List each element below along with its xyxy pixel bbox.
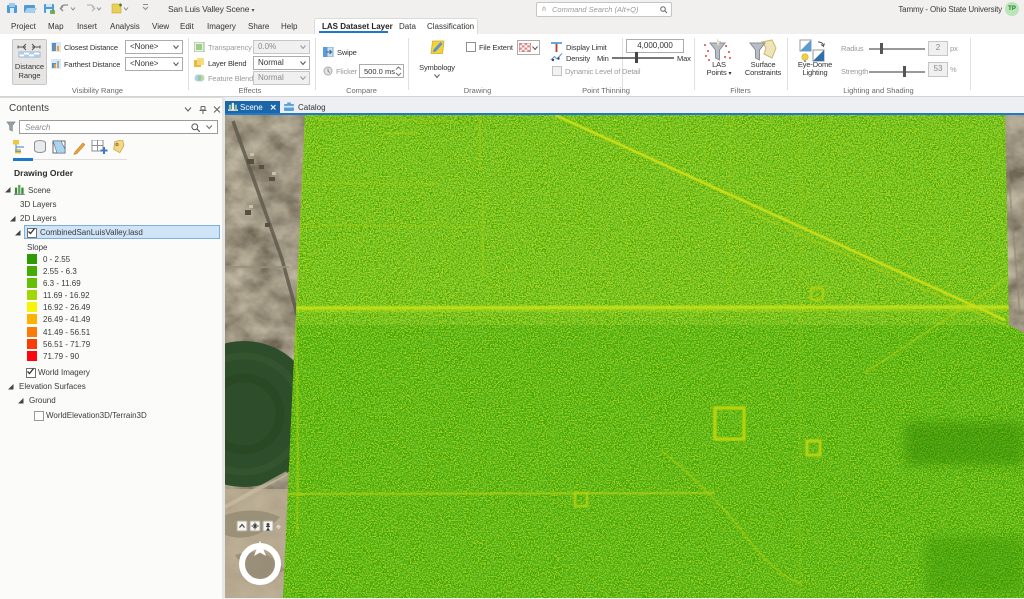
- svg-text:✥: ✥: [276, 524, 281, 531]
